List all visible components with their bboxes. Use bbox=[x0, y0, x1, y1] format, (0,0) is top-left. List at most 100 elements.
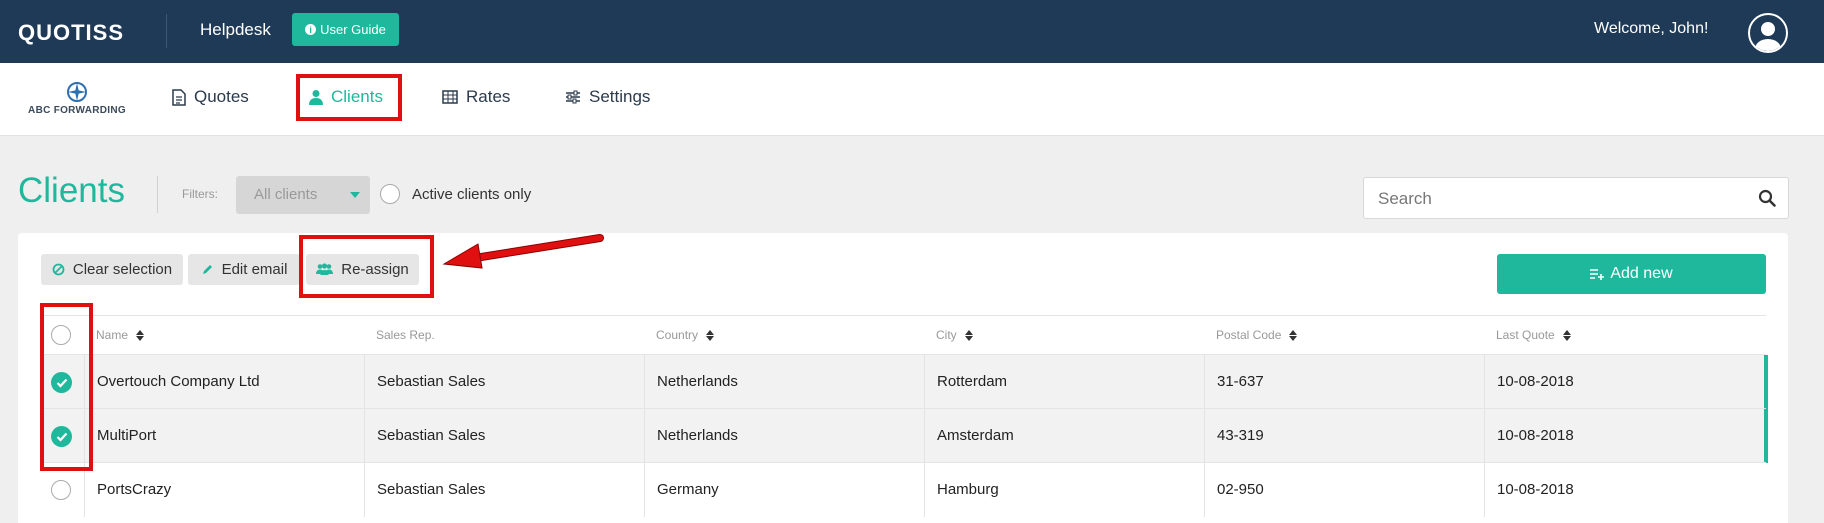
cell-city: Rotterdam bbox=[937, 373, 1008, 390]
nav-quotes[interactable]: Quotes bbox=[172, 87, 249, 107]
company-brand: ABC FORWARDING bbox=[18, 81, 136, 121]
cell-sales-rep: Sebastian Sales bbox=[377, 427, 486, 444]
cell-name: MultiPort bbox=[97, 427, 157, 444]
brand-name: ABC FORWARDING bbox=[28, 105, 126, 116]
cell-divider bbox=[1484, 463, 1485, 517]
edit-email-button[interactable]: Edit email bbox=[188, 254, 300, 285]
page-title: Clients bbox=[18, 171, 125, 210]
client-filter-select[interactable]: All clients bbox=[236, 176, 370, 214]
cell-city: Amsterdam bbox=[937, 427, 1014, 444]
cell-divider bbox=[1204, 409, 1205, 463]
compass-logo-icon bbox=[67, 82, 87, 102]
row-checkbox[interactable] bbox=[51, 480, 71, 500]
filter-select-value: All clients bbox=[254, 186, 318, 203]
nav-rates[interactable]: Rates bbox=[442, 87, 510, 107]
helpdesk-link[interactable]: Helpdesk bbox=[200, 20, 271, 40]
cell-divider bbox=[644, 409, 645, 463]
cell-divider bbox=[1204, 355, 1205, 409]
cell-postal-code: 31-637 bbox=[1217, 373, 1264, 390]
column-header-label: City bbox=[936, 328, 957, 342]
cell-divider bbox=[84, 463, 85, 517]
sort-icon bbox=[706, 329, 715, 341]
add-new-label: Add new bbox=[1610, 265, 1673, 282]
pencil-icon bbox=[202, 265, 212, 274]
table-row[interactable]: MultiPort Sebastian Sales Netherlands Am… bbox=[40, 408, 1768, 463]
cell-last-quote: 10-08-2018 bbox=[1497, 427, 1574, 444]
search-icon[interactable] bbox=[1758, 189, 1776, 207]
add-new-button[interactable]: Add new bbox=[1497, 254, 1766, 294]
quotiss-logo[interactable]: QUOTISS bbox=[18, 20, 124, 46]
cell-divider bbox=[364, 409, 365, 463]
user-guide-label: User Guide bbox=[320, 22, 386, 37]
clients-highlight-box bbox=[296, 74, 402, 121]
cell-last-quote: 10-08-2018 bbox=[1497, 373, 1574, 390]
column-header-postal-code[interactable]: Postal Code bbox=[1216, 328, 1298, 342]
welcome-text: Welcome, John! bbox=[1594, 20, 1709, 37]
sort-icon bbox=[1562, 329, 1571, 341]
reassign-highlight-box bbox=[299, 235, 434, 298]
column-header-last-quote[interactable]: Last Quote bbox=[1496, 328, 1571, 342]
document-icon bbox=[172, 88, 186, 106]
active-clients-radio[interactable] bbox=[380, 184, 400, 204]
cell-name: Overtouch Company Ltd bbox=[97, 373, 260, 390]
info-icon: i bbox=[305, 24, 317, 35]
column-header-label: Last Quote bbox=[1496, 328, 1555, 342]
sort-icon bbox=[964, 329, 973, 341]
sliders-icon bbox=[566, 90, 580, 104]
column-header-city[interactable]: City bbox=[936, 328, 973, 342]
user-guide-button[interactable]: i User Guide bbox=[292, 13, 399, 46]
cell-sales-rep: Sebastian Sales bbox=[377, 481, 486, 498]
divider bbox=[166, 14, 167, 48]
cell-divider bbox=[644, 355, 645, 409]
cell-name: PortsCrazy bbox=[97, 481, 172, 498]
column-header-name[interactable]: Name bbox=[96, 328, 145, 342]
cell-sales-rep: Sebastian Sales bbox=[377, 373, 486, 390]
nav-settings[interactable]: Settings bbox=[565, 87, 650, 107]
add-list-icon bbox=[1590, 269, 1605, 280]
annotation-arrow bbox=[442, 234, 604, 269]
search-input[interactable] bbox=[1378, 188, 1738, 210]
column-header-label: Sales Rep. bbox=[376, 328, 435, 342]
cell-divider bbox=[1204, 463, 1205, 517]
cell-divider bbox=[364, 463, 365, 517]
table-row[interactable]: Overtouch Company Ltd Sebastian Sales Ne… bbox=[40, 354, 1768, 409]
nav-quotes-label: Quotes bbox=[194, 87, 249, 106]
column-header-country[interactable]: Country bbox=[656, 328, 715, 342]
cell-divider bbox=[924, 409, 925, 463]
cell-divider bbox=[924, 355, 925, 409]
cell-postal-code: 02-950 bbox=[1217, 481, 1264, 498]
table-header-line bbox=[40, 315, 1766, 316]
cell-last-quote: 10-08-2018 bbox=[1497, 481, 1574, 498]
column-header-label: Postal Code bbox=[1216, 328, 1282, 342]
table-icon bbox=[442, 90, 458, 104]
divider bbox=[157, 176, 158, 213]
nav-rates-label: Rates bbox=[466, 87, 511, 106]
cell-divider bbox=[364, 355, 365, 409]
cell-divider bbox=[1484, 409, 1485, 463]
user-avatar-icon[interactable] bbox=[1748, 13, 1788, 53]
chevron-down-icon bbox=[350, 192, 360, 198]
clear-selection-button[interactable]: Clear selection bbox=[41, 254, 183, 285]
table-row[interactable]: PortsCrazy Sebastian Sales Germany Hambu… bbox=[40, 462, 1766, 517]
column-header-sales-rep[interactable]: Sales Rep. bbox=[376, 328, 435, 342]
cell-divider bbox=[924, 463, 925, 517]
sort-icon bbox=[1289, 329, 1298, 341]
edit-email-label: Edit email bbox=[221, 261, 288, 278]
cell-country: Germany bbox=[657, 481, 719, 498]
ban-icon bbox=[52, 263, 65, 276]
cell-country: Netherlands bbox=[657, 427, 738, 444]
column-header-label: Country bbox=[656, 328, 699, 342]
cell-divider bbox=[1484, 355, 1485, 409]
filters-label: Filters: bbox=[182, 187, 218, 201]
active-clients-label: Active clients only bbox=[412, 186, 532, 203]
cell-city: Hamburg bbox=[937, 481, 999, 498]
nav-settings-label: Settings bbox=[589, 87, 651, 106]
selected-row-indicator bbox=[1764, 355, 1768, 409]
cell-country: Netherlands bbox=[657, 373, 738, 390]
checkbox-highlight-box bbox=[40, 303, 93, 471]
clear-selection-label: Clear selection bbox=[72, 261, 173, 278]
column-header-label: Name bbox=[96, 328, 129, 342]
cell-postal-code: 43-319 bbox=[1217, 427, 1264, 444]
selected-row-indicator bbox=[1764, 409, 1768, 463]
top-bar: QUOTISS Helpdesk i User Guide Welcome, J… bbox=[0, 0, 1824, 63]
